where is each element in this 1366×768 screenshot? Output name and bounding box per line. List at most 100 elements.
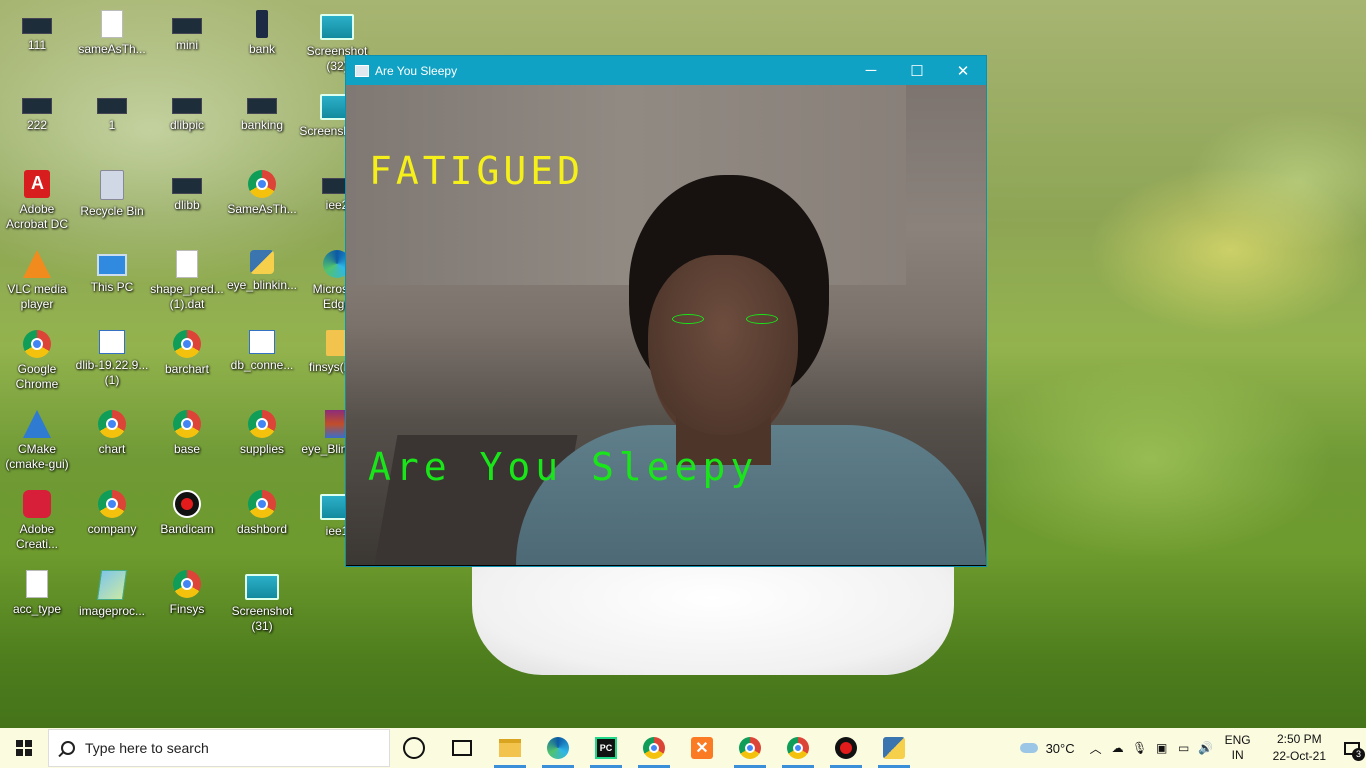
desktop-icon-label: dashbord: [236, 522, 288, 536]
chrome-icon: [98, 490, 126, 518]
pycharm-icon: PC: [595, 737, 617, 759]
desktop-icon[interactable]: chart: [74, 404, 150, 484]
window-thumb-icon: [247, 98, 277, 114]
desktop-icon-label: Screenshot (31): [231, 604, 293, 633]
microphone-icon[interactable]: 🎙: [1129, 741, 1151, 755]
desktop-icon[interactable]: 111: [0, 4, 75, 84]
clock[interactable]: 2:50 PM 22-Oct-21: [1273, 731, 1326, 765]
desktop-icon-label: barchart: [164, 362, 210, 376]
taskbar-chrome[interactable]: [774, 728, 822, 768]
taskbar-file-explorer[interactable]: [486, 728, 534, 768]
desktop-icon[interactable]: db_conne...: [224, 324, 300, 404]
close-button[interactable]: ✕: [940, 56, 986, 85]
desktop-icon[interactable]: Adobe Acrobat DC: [0, 164, 75, 244]
chrome-profile-icon: [739, 737, 761, 759]
taskbar-bandicam[interactable]: [822, 728, 870, 768]
desktop-icon-label: 1: [108, 118, 116, 132]
taskbar-xampp[interactable]: ✕: [678, 728, 726, 768]
desktop-icon-label: base: [173, 442, 201, 456]
desktop-icon-label: CMake (cmake-gui): [5, 442, 69, 471]
start-button[interactable]: [0, 728, 48, 768]
desktop-icon[interactable]: acc_type: [0, 564, 75, 644]
desktop-icon-label: bank: [248, 42, 276, 56]
desktop-icon[interactable]: eye_blinkin...: [224, 244, 300, 324]
maximize-button[interactable]: ☐: [894, 56, 940, 85]
xampp-icon: ✕: [691, 737, 713, 759]
desktop-icon-label: sameAsTh...: [78, 42, 146, 56]
taskbar-python-app[interactable]: [870, 728, 918, 768]
desktop-icon[interactable]: Screenshot (31): [224, 564, 300, 644]
file-icon: [176, 250, 198, 278]
text-file-icon: [101, 10, 123, 38]
app-window[interactable]: Are You Sleepy ─ ☐ ✕ FATIGUED Are You Sl…: [345, 55, 987, 567]
desktop-icon[interactable]: supplies: [224, 404, 300, 484]
minimize-button[interactable]: ─: [848, 56, 894, 85]
image-file-icon: [96, 570, 128, 600]
taskbar: Type here to search PC ✕ 30°C ︿ ☁ 🎙 ▣ ▭ …: [0, 728, 1366, 768]
desktop-icon[interactable]: barchart: [149, 324, 225, 404]
volume-icon[interactable]: 🔊: [1195, 741, 1217, 755]
search-box[interactable]: Type here to search: [48, 729, 390, 767]
weather-widget[interactable]: 30°C: [1019, 740, 1075, 756]
desktop-icon[interactable]: imageproc...: [74, 564, 150, 644]
desktop-icon[interactable]: banking: [224, 84, 300, 164]
desktop-icon[interactable]: Google Chrome: [0, 324, 75, 404]
battery-icon[interactable]: ▭: [1173, 741, 1195, 755]
clock-date: 22-Oct-21: [1272, 749, 1326, 763]
desktop-icon-label: Finsys: [169, 602, 205, 616]
task-view-button[interactable]: [438, 728, 486, 768]
notification-center-button[interactable]: 3: [1338, 728, 1366, 768]
chrome-icon: [23, 330, 51, 358]
desktop-icon-label: Bandicam: [160, 522, 214, 536]
desktop-icon-label: eye_blinkin...: [226, 278, 298, 292]
desktop-icon-label: dlibb: [174, 198, 200, 212]
desktop-icon[interactable]: company: [74, 484, 150, 564]
title-bar[interactable]: Are You Sleepy ─ ☐ ✕: [346, 56, 986, 85]
desktop-icon[interactable]: bank: [224, 4, 300, 84]
desktop-icon[interactable]: SameAsTh...: [224, 164, 300, 244]
screenshot-icon: [245, 574, 279, 600]
desktop-icon[interactable]: sameAsTh...: [74, 4, 150, 84]
cmake-icon: [23, 410, 51, 438]
text-file-icon: [26, 570, 48, 598]
cortana-button[interactable]: [390, 728, 438, 768]
right-eye-contour: [746, 314, 778, 324]
chrome-icon: [248, 490, 276, 518]
desktop-icon[interactable]: dashbord: [224, 484, 300, 564]
desktop-icon[interactable]: dlibb: [149, 164, 225, 244]
caption-text: Are You Sleepy: [368, 445, 759, 489]
chrome-icon: [248, 170, 276, 198]
desktop-icon[interactable]: VLC media player: [0, 244, 75, 324]
desktop-icon[interactable]: dlib-19.22.9... (1): [74, 324, 150, 404]
desktop-icon[interactable]: shape_pred... (1).dat: [149, 244, 225, 324]
desktop-icon[interactable]: mini: [149, 4, 225, 84]
app-window-icon: [355, 64, 369, 77]
desktop-icon[interactable]: Recycle Bin: [74, 164, 150, 244]
taskbar-pycharm[interactable]: PC: [582, 728, 630, 768]
desktop-icon[interactable]: Bandicam: [149, 484, 225, 564]
temperature-text: 30°C: [1045, 740, 1075, 756]
desktop-icon[interactable]: base: [149, 404, 225, 484]
network-icon[interactable]: ▣: [1151, 741, 1173, 755]
chrome-icon: [248, 410, 276, 438]
desktop-icon[interactable]: 1: [74, 84, 150, 164]
creative-cloud-icon: [23, 490, 51, 518]
bandicam-icon: [173, 490, 201, 518]
fatigue-status-text: FATIGUED: [369, 149, 585, 193]
desktop-icon[interactable]: This PC: [74, 244, 150, 324]
desktop-icon[interactable]: CMake (cmake-gui): [0, 404, 75, 484]
desktop-icon-label: mini: [175, 38, 198, 52]
desktop-icon[interactable]: Finsys: [149, 564, 225, 644]
taskbar-chrome-profile-1[interactable]: [630, 728, 678, 768]
taskbar-edge[interactable]: [534, 728, 582, 768]
desktop-icon[interactable]: dlibpic: [149, 84, 225, 164]
onedrive-cloud-icon[interactable]: ☁: [1107, 741, 1129, 755]
taskbar-chrome-profile-2[interactable]: [726, 728, 774, 768]
document-icon: [249, 330, 275, 354]
desktop-icon-label: imageproc...: [78, 604, 146, 618]
desktop-icon-label: SameAsTh...: [227, 202, 297, 216]
chevron-up-icon[interactable]: ︿: [1085, 740, 1107, 757]
desktop-icon[interactable]: Adobe Creati...: [0, 484, 75, 564]
language-indicator[interactable]: ENG IN: [1225, 733, 1251, 763]
desktop-icon[interactable]: 222: [0, 84, 75, 164]
